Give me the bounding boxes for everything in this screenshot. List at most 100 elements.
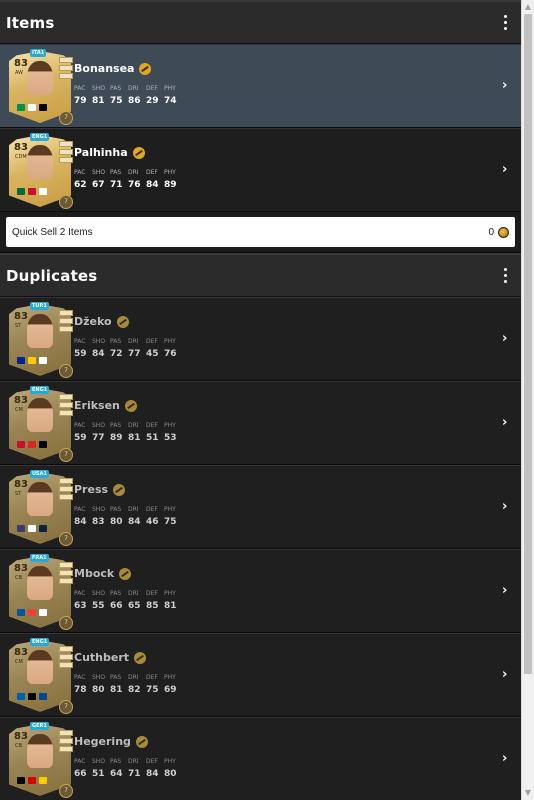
untradeable-icon <box>132 146 145 159</box>
alt-positions <box>59 646 73 668</box>
card-flags <box>17 188 47 195</box>
stat-value: 80 <box>92 685 105 695</box>
card-position: CM <box>15 407 23 413</box>
nation-flag-icon <box>17 104 25 111</box>
player-name: Hegering <box>74 735 148 748</box>
stat-value: 80 <box>164 769 177 779</box>
player-item-row[interactable]: ITA1 83 AW 7 Bonansea PAC SHO PAS DRI DEF PHY 7… <box>0 44 521 128</box>
stat-labels: PAC SHO PAS DRI DEF PHY <box>74 338 182 345</box>
stat-values: 66 51 64 71 84 80 <box>74 769 182 779</box>
player-portrait <box>27 398 53 432</box>
club-icon <box>39 441 47 448</box>
stat-value: 81 <box>110 685 123 695</box>
stat-value: 81 <box>164 601 177 611</box>
nation-flag-icon <box>17 693 25 700</box>
league-badge: USA1 <box>30 470 50 478</box>
stat-label: PAC <box>74 338 86 345</box>
player-item-row[interactable]: USA1 83 ST 7 Press PAC SHO PAS DRI DEF PHY 84 83… <box>0 465 521 549</box>
scroll-up-arrow-icon[interactable]: ▲ <box>522 0 534 14</box>
card-position: CM <box>15 659 23 665</box>
untradeable-icon <box>134 651 147 664</box>
untradeable-icon <box>119 567 132 580</box>
stat-value: 71 <box>128 769 141 779</box>
league-badge: ENG1 <box>30 386 50 394</box>
chevron-right-icon[interactable]: › <box>502 500 512 514</box>
stat-value: 81 <box>128 433 141 443</box>
player-portrait <box>27 482 53 516</box>
scrollbar-thumb[interactable] <box>524 14 532 674</box>
card-flags <box>17 525 47 532</box>
chemistry-badge: 7 <box>59 616 73 630</box>
card-rating: 83 <box>14 647 28 658</box>
items-more-options-icon[interactable] <box>495 11 515 35</box>
scrollbar[interactable]: ▲ ▼ <box>521 0 534 800</box>
untradeable-icon <box>113 483 126 496</box>
nation-flag-icon <box>17 777 25 784</box>
chevron-right-icon[interactable]: › <box>502 163 512 177</box>
scroll-down-arrow-icon[interactable]: ▼ <box>522 786 534 800</box>
card-position: CDM <box>15 154 27 160</box>
chevron-right-icon[interactable]: › <box>502 584 512 598</box>
duplicates-section-title: Duplicates <box>6 266 98 285</box>
league-icon <box>28 441 36 448</box>
stat-label: PAC <box>74 85 86 92</box>
alt-positions <box>59 478 73 500</box>
card-position: CB <box>15 743 22 749</box>
stat-label: DRI <box>128 758 139 765</box>
player-item-row[interactable]: ENG1 83 CDM 7 Palhinha PAC SHO PAS DRI DEF PHY… <box>0 128 521 212</box>
player-name: Cuthbert <box>74 651 147 664</box>
league-badge: TUR1 <box>30 302 49 310</box>
coin-icon <box>498 226 509 238</box>
card-flags <box>17 609 47 616</box>
quick-sell-button[interactable]: Quick Sell 2 Items 0 <box>6 217 515 247</box>
stat-value: 75 <box>146 685 159 695</box>
alt-positions <box>59 394 73 416</box>
stat-value: 46 <box>146 517 159 527</box>
chevron-right-icon[interactable]: › <box>502 332 512 346</box>
stat-value: 45 <box>146 349 159 359</box>
player-card: TUR1 83 ST 7 <box>9 302 73 378</box>
stat-value: 85 <box>146 601 159 611</box>
stat-value: 83 <box>92 517 105 527</box>
player-card: GER1 83 CB 7 <box>9 722 73 798</box>
stat-label: DRI <box>128 169 139 176</box>
stat-label: SHO <box>92 169 106 176</box>
stat-value: 77 <box>92 433 105 443</box>
chevron-right-icon[interactable]: › <box>502 79 512 93</box>
league-icon <box>28 609 36 616</box>
stat-value: 71 <box>110 180 123 190</box>
stat-value: 63 <box>74 601 87 611</box>
player-name-text: Džeko <box>74 315 112 328</box>
stat-value: 76 <box>164 349 177 359</box>
card-rating: 83 <box>14 563 28 574</box>
stat-values: 84 83 80 84 46 75 <box>74 517 182 527</box>
chemistry-badge: 7 <box>59 532 73 546</box>
club-icon <box>39 609 47 616</box>
player-item-row[interactable]: ENG1 83 CM 7 Cuthbert PAC SHO PAS DRI DEF PHY 7… <box>0 633 521 717</box>
stat-value: 84 <box>146 180 159 190</box>
chevron-right-icon[interactable]: › <box>502 752 512 766</box>
chevron-right-icon[interactable]: › <box>502 416 512 430</box>
duplicates-more-options-icon[interactable] <box>495 264 515 288</box>
stat-label: DEF <box>146 85 158 92</box>
player-item-row[interactable]: FRA1 83 CB 7 Mbock PAC SHO PAS DRI DEF PHY 63 55… <box>0 549 521 633</box>
card-flags <box>17 441 47 448</box>
league-badge: ENG1 <box>30 133 50 141</box>
scroll-area[interactable]: Items ITA1 83 AW 7 Bonansea PAC SHO PAS DRI D… <box>0 0 521 800</box>
stat-label: DEF <box>146 590 158 597</box>
stat-value: 84 <box>92 349 105 359</box>
player-item-row[interactable]: ENG1 83 CM 7 Eriksen PAC SHO PAS DRI DEF PHY 59… <box>0 381 521 465</box>
chevron-right-icon[interactable]: › <box>502 668 512 682</box>
stat-value: 62 <box>74 180 87 190</box>
stat-label: DRI <box>128 85 139 92</box>
untradeable-icon <box>116 315 129 328</box>
stat-value: 78 <box>74 685 87 695</box>
player-item-row[interactable]: TUR1 83 ST 7 Džeko PAC SHO PAS DRI DEF PHY 59 84… <box>0 297 521 381</box>
stat-label: DRI <box>128 338 139 345</box>
player-item-row[interactable]: GER1 83 CB 7 Hegering PAC SHO PAS DRI DEF PHY 6… <box>0 717 521 800</box>
stat-label: PAC <box>74 674 86 681</box>
duplicates-list: TUR1 83 ST 7 Džeko PAC SHO PAS DRI DEF PHY 59 84… <box>0 297 521 800</box>
stat-label: SHO <box>92 674 106 681</box>
stat-labels: PAC SHO PAS DRI DEF PHY <box>74 590 182 597</box>
player-card: ENG1 83 CM 7 <box>9 638 73 714</box>
